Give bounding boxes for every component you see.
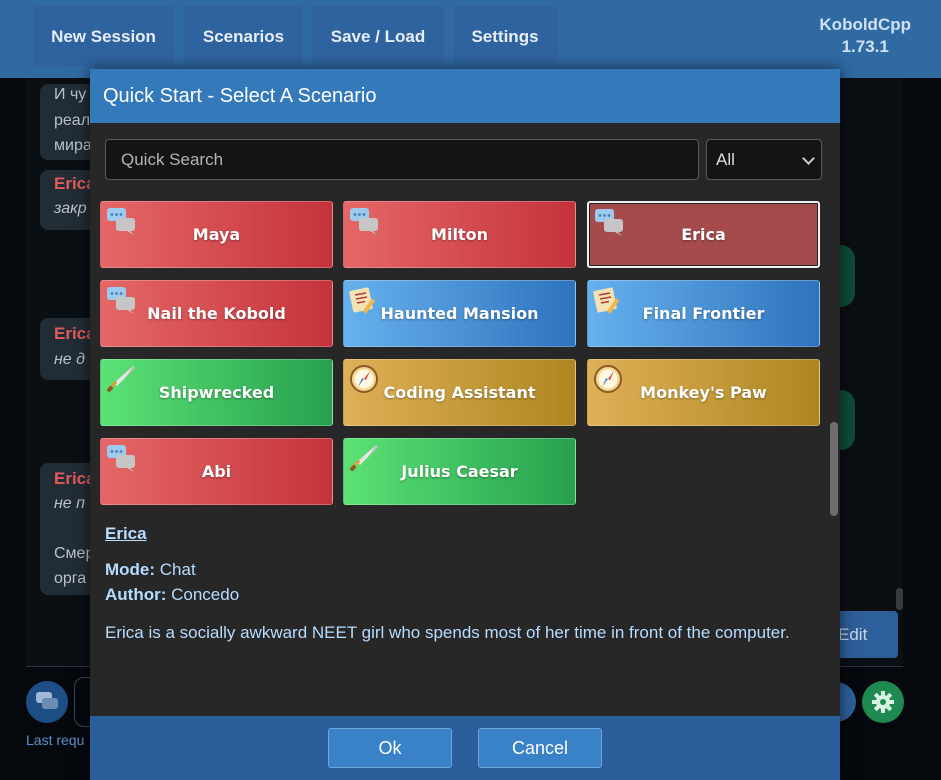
- scenario-description: Erica is a socially awkward NEET girl wh…: [105, 623, 790, 642]
- edit-button[interactable]: Edit: [830, 611, 898, 658]
- scenario-tile-monkeys-paw[interactable]: Monkey's Paw: [587, 359, 820, 426]
- chat-bubbles-icon: [595, 209, 623, 236]
- chat-mode-button[interactable]: [26, 681, 68, 723]
- scenario-detail-mode: Mode: Chat: [105, 560, 196, 580]
- chat-message-line: И чу: [54, 86, 87, 103]
- scenario-label: Julius Caesar: [401, 462, 518, 481]
- scenario-label: Erica: [681, 225, 726, 244]
- quick-search-input[interactable]: [105, 139, 699, 180]
- scroll-pencil-icon: [593, 287, 620, 314]
- scenario-tile-shipwrecked[interactable]: Shipwrecked: [100, 359, 333, 426]
- scenario-tile-final-frontier[interactable]: Final Frontier: [587, 280, 820, 347]
- scenario-detail-author: Author: Concedo: [105, 585, 239, 605]
- author-value: Concedo: [171, 585, 240, 604]
- scenario-tile-julius-caesar[interactable]: Julius Caesar: [343, 438, 576, 505]
- filter-value: All: [716, 149, 735, 169]
- chat-bubbles-icon: [107, 287, 135, 314]
- scenario-tile-erica[interactable]: Erica: [587, 201, 820, 268]
- scenario-tile-nail-the-kobold[interactable]: Nail the Kobold: [100, 280, 333, 347]
- chat-bubbles-icon: [350, 208, 378, 235]
- top-nav-bar: New Session Scenarios Save / Load Settin…: [0, 0, 941, 78]
- settings-gear-button[interactable]: [862, 681, 904, 723]
- chat-message-line: не д: [54, 351, 85, 368]
- chat-message-line: закр: [54, 200, 87, 217]
- compass-icon: [594, 365, 622, 393]
- sword-icon: [106, 366, 135, 393]
- scenario-label: Maya: [192, 225, 241, 244]
- mode-label: Mode:: [105, 560, 156, 579]
- settings-button[interactable]: Settings: [452, 5, 558, 68]
- chat-message-line: мира: [54, 137, 92, 154]
- sword-icon: [349, 445, 378, 472]
- brand-name: KoboldCpp: [819, 15, 911, 34]
- modal-scrollbar[interactable]: [830, 422, 838, 516]
- new-session-button[interactable]: New Session: [32, 5, 175, 68]
- gear-icon: [872, 691, 894, 713]
- scenario-detail-title: Erica: [105, 524, 147, 543]
- scenario-tile-coding-assistant[interactable]: Coding Assistant: [343, 359, 576, 426]
- scenarios-button[interactable]: Scenarios: [183, 5, 304, 68]
- scenario-tile-maya[interactable]: Maya: [100, 201, 333, 268]
- cancel-button[interactable]: Cancel: [478, 728, 602, 768]
- scenario-label: Milton: [431, 225, 488, 244]
- scenario-label: Haunted Mansion: [380, 304, 539, 323]
- modal-footer: Ok Cancel: [90, 716, 840, 780]
- chat-message-line: орга: [54, 570, 87, 587]
- scroll-pencil-icon: [349, 287, 376, 314]
- scenario-tile-abi[interactable]: Abi: [100, 438, 333, 505]
- scenario-label: Coding Assistant: [383, 383, 536, 402]
- category-filter-select[interactable]: All: [706, 139, 822, 180]
- scenario-modal: Quick Start - Select A Scenario All Maya…: [90, 69, 840, 780]
- scenario-label: Final Frontier: [642, 304, 765, 323]
- compass-icon: [350, 365, 378, 393]
- last-request-label: Last requ: [26, 732, 85, 748]
- chat-message-line: Смер: [54, 545, 95, 562]
- ok-button[interactable]: Ok: [328, 728, 452, 768]
- chevron-down-icon: [802, 152, 815, 165]
- modal-title: Quick Start - Select A Scenario: [90, 69, 840, 123]
- scenario-label: Monkey's Paw: [640, 383, 767, 402]
- chat-bubbles-icon: [107, 445, 135, 472]
- scenario-label: Abi: [201, 462, 232, 481]
- author-label: Author:: [105, 585, 167, 604]
- mode-value: Chat: [159, 560, 196, 579]
- brand-label: KoboldCpp 1.73.1: [819, 14, 911, 58]
- save-load-button[interactable]: Save / Load: [311, 5, 445, 68]
- scenario-tile-haunted-mansion[interactable]: Haunted Mansion: [343, 280, 576, 347]
- chat-scrollbar[interactable]: [896, 588, 903, 610]
- scenario-label: Nail the Kobold: [147, 304, 286, 323]
- scenario-label: Shipwrecked: [158, 383, 275, 402]
- scenario-tile-milton[interactable]: Milton: [343, 201, 576, 268]
- chat-bubbles-icon: [107, 208, 135, 235]
- brand-version: 1.73.1: [841, 37, 889, 56]
- chat-message-line: не п: [54, 495, 85, 512]
- chat-icon: [36, 692, 58, 709]
- scenario-grid: Maya Milton Erica Nail the Kobold Haunte…: [100, 201, 820, 507]
- chat-message-line: реал: [54, 112, 91, 129]
